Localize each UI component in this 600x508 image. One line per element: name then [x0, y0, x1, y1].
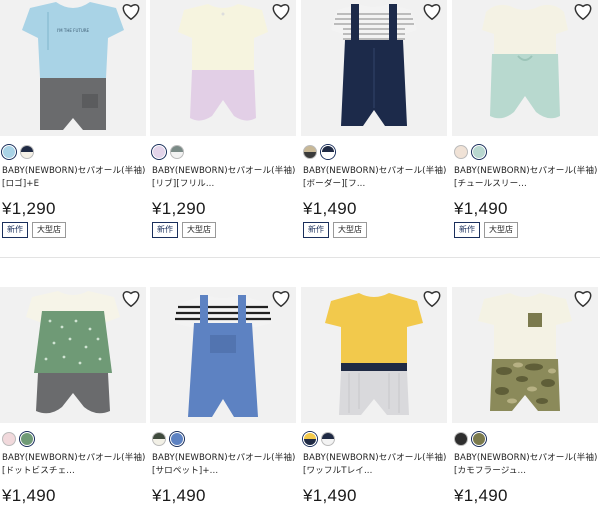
color-swatch[interactable]: [321, 432, 335, 446]
favorite-heart-icon[interactable]: [421, 287, 443, 309]
product-title[interactable]: BABY(NEWBORN)セパオール(半袖) [リブ][フリル...: [150, 165, 296, 191]
favorite-heart-icon[interactable]: [270, 287, 292, 309]
color-swatch[interactable]: [2, 432, 16, 446]
product-card-4[interactable]: BABY(NEWBORN)セパオール(半袖) [チュールスリー... ¥1,490…: [452, 0, 598, 238]
svg-text:I'M THE FUTURE: I'M THE FUTURE: [57, 28, 90, 33]
color-swatch[interactable]: [152, 432, 166, 446]
product-card-6[interactable]: BABY(NEWBORN)セパオール(半袖) [サロペット]+... ¥1,490: [150, 287, 296, 506]
color-swatch[interactable]: [20, 432, 34, 446]
color-swatch[interactable]: [321, 145, 335, 159]
product-image[interactable]: [150, 287, 296, 423]
color-swatches: [452, 145, 598, 159]
product-price: ¥1,490: [454, 486, 508, 505]
large-store-badge: 大型店: [182, 222, 216, 238]
favorite-heart-icon[interactable]: [120, 287, 142, 309]
product-title[interactable]: BABY(NEWBORN)セパオール(半袖) [ロゴ]+E: [0, 165, 146, 191]
color-swatches: [301, 145, 447, 159]
product-card-7[interactable]: BABY(NEWBORN)セパオール(半袖) [ワッフルTレイ... ¥1,490: [301, 287, 447, 506]
large-store-badge: 大型店: [333, 222, 367, 238]
new-arrival-badge: 新作: [454, 222, 480, 238]
new-arrival-badge: 新作: [303, 222, 329, 238]
favorite-heart-icon[interactable]: [421, 0, 443, 22]
favorite-heart-icon[interactable]: [270, 0, 292, 22]
favorite-heart-icon[interactable]: [572, 287, 594, 309]
product-image[interactable]: [301, 0, 447, 136]
new-arrival-badge: 新作: [2, 222, 28, 238]
product-image[interactable]: [452, 0, 598, 136]
badges: 新作 大型店: [0, 222, 146, 238]
product-title[interactable]: BABY(NEWBORN)セパオール(半袖) [チュールスリー...: [452, 165, 598, 191]
badges: 新作 大型店: [150, 222, 296, 238]
favorite-heart-icon[interactable]: [572, 0, 594, 22]
color-swatches: [452, 432, 598, 446]
product-image[interactable]: I'M THE FUTURE: [0, 0, 146, 136]
product-image[interactable]: [452, 287, 598, 423]
large-store-badge: 大型店: [32, 222, 66, 238]
color-swatches: [150, 432, 296, 446]
product-title[interactable]: BABY(NEWBORN)セパオール(半袖) [ボーダー][フ...: [301, 165, 447, 191]
large-store-badge: 大型店: [484, 222, 518, 238]
product-price: ¥1,290: [152, 199, 206, 218]
product-price: ¥1,290: [2, 199, 56, 218]
color-swatch[interactable]: [472, 432, 486, 446]
color-swatches: [0, 145, 146, 159]
color-swatches: [301, 432, 447, 446]
product-price: ¥1,490: [152, 486, 206, 505]
product-title[interactable]: BABY(NEWBORN)セパオール(半袖) [ドットビスチェ...: [0, 452, 146, 478]
product-card-3[interactable]: BABY(NEWBORN)セパオール(半袖) [ボーダー][フ... ¥1,490…: [301, 0, 447, 238]
color-swatches: [0, 432, 146, 446]
color-swatch[interactable]: [2, 145, 16, 159]
row-divider: [0, 257, 600, 258]
color-swatch[interactable]: [170, 432, 184, 446]
color-swatch[interactable]: [472, 145, 486, 159]
product-price: ¥1,490: [303, 199, 357, 218]
product-image[interactable]: [301, 287, 447, 423]
product-card-2[interactable]: BABY(NEWBORN)セパオール(半袖) [リブ][フリル... ¥1,290…: [150, 0, 296, 238]
favorite-heart-icon[interactable]: [120, 0, 142, 22]
product-image[interactable]: [0, 287, 146, 423]
product-title[interactable]: BABY(NEWBORN)セパオール(半袖) [カモフラージュ...: [452, 452, 598, 478]
color-swatch[interactable]: [303, 145, 317, 159]
color-swatch[interactable]: [303, 432, 317, 446]
product-card-5[interactable]: BABY(NEWBORN)セパオール(半袖) [ドットビスチェ... ¥1,490: [0, 287, 146, 506]
new-arrival-badge: 新作: [152, 222, 178, 238]
color-swatches: [150, 145, 296, 159]
product-price: ¥1,490: [303, 486, 357, 505]
product-card-8[interactable]: BABY(NEWBORN)セパオール(半袖) [カモフラージュ... ¥1,490: [452, 287, 598, 506]
color-swatch[interactable]: [170, 145, 184, 159]
product-title[interactable]: BABY(NEWBORN)セパオール(半袖) [ワッフルTレイ...: [301, 452, 447, 478]
color-swatch[interactable]: [20, 145, 34, 159]
badges: 新作 大型店: [301, 222, 447, 238]
product-title[interactable]: BABY(NEWBORN)セパオール(半袖) [サロペット]+...: [150, 452, 296, 478]
product-price: ¥1,490: [2, 486, 56, 505]
product-price: ¥1,490: [454, 199, 508, 218]
badges: 新作 大型店: [452, 222, 598, 238]
color-swatch[interactable]: [454, 145, 468, 159]
product-image[interactable]: [150, 0, 296, 136]
color-swatch[interactable]: [152, 145, 166, 159]
product-card-1[interactable]: I'M THE FUTURE BABY(NEWBORN)セパオール(半袖) [ロゴ…: [0, 0, 146, 238]
color-swatch[interactable]: [454, 432, 468, 446]
